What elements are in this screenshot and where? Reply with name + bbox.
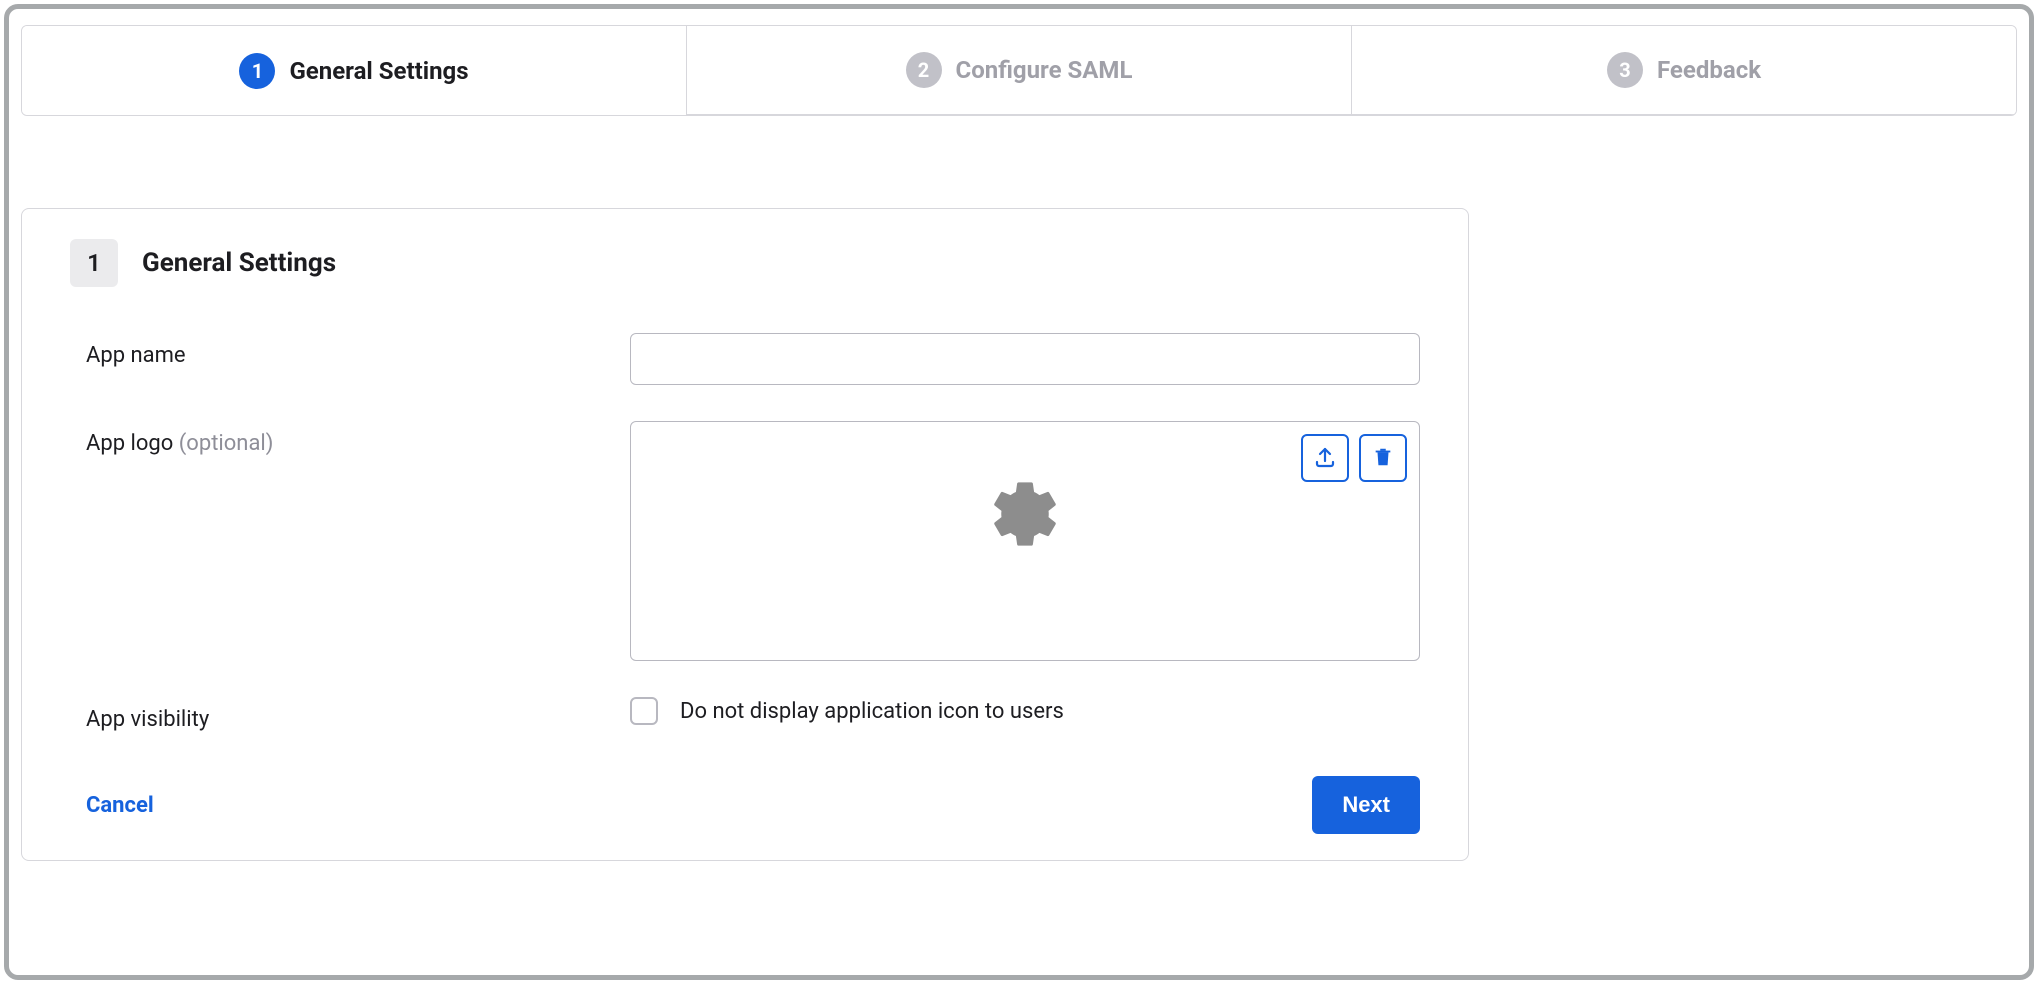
row-app-logo: App logo (optional): [70, 421, 1420, 661]
wizard-frame: 1 General Settings 2 Configure SAML 3 Fe…: [4, 4, 2034, 980]
step-label-configure-saml: Configure SAML: [956, 56, 1133, 84]
label-app-logo-text: App logo: [86, 431, 173, 456]
label-app-logo-optional: (optional): [179, 431, 274, 456]
panel-header: 1 General Settings: [70, 239, 1420, 287]
wizard-step-configure-saml[interactable]: 2 Configure SAML: [687, 26, 1352, 115]
label-app-name: App name: [86, 343, 186, 368]
upload-icon: [1313, 445, 1337, 472]
visibility-checkbox-row: Do not display application icon to users: [630, 697, 1420, 725]
wizard-steps-nav: 1 General Settings 2 Configure SAML 3 Fe…: [21, 25, 2017, 116]
form-actions: Cancel Next: [70, 768, 1420, 834]
step-label-general-settings: General Settings: [289, 57, 468, 85]
visibility-checkbox-label: Do not display application icon to users: [680, 699, 1064, 724]
wizard-step-feedback[interactable]: 3 Feedback: [1352, 26, 2016, 115]
upload-logo-button[interactable]: [1301, 434, 1349, 482]
label-app-visibility: App visibility: [86, 707, 209, 732]
step-number-1: 1: [239, 53, 275, 89]
cancel-button[interactable]: Cancel: [86, 793, 154, 818]
gear-icon: [987, 476, 1063, 556]
delete-logo-button[interactable]: [1359, 434, 1407, 482]
app-logo-dropzone[interactable]: [630, 421, 1420, 661]
panel-step-badge: 1: [70, 239, 118, 287]
step-number-2: 2: [906, 52, 942, 88]
trash-icon: [1372, 446, 1394, 471]
next-button[interactable]: Next: [1312, 776, 1420, 834]
row-app-visibility: App visibility Do not display applicatio…: [70, 697, 1420, 732]
panel-title: General Settings: [142, 248, 336, 278]
app-name-input[interactable]: [630, 333, 1420, 385]
wizard-step-general-settings[interactable]: 1 General Settings: [22, 26, 687, 115]
step-number-3: 3: [1607, 52, 1643, 88]
row-app-name: App name: [70, 333, 1420, 385]
general-settings-panel: 1 General Settings App name App logo (op…: [21, 208, 1469, 861]
label-app-logo: App logo (optional): [86, 431, 273, 456]
logo-actions: [1301, 434, 1407, 482]
visibility-checkbox[interactable]: [630, 697, 658, 725]
step-label-feedback: Feedback: [1657, 56, 1761, 84]
